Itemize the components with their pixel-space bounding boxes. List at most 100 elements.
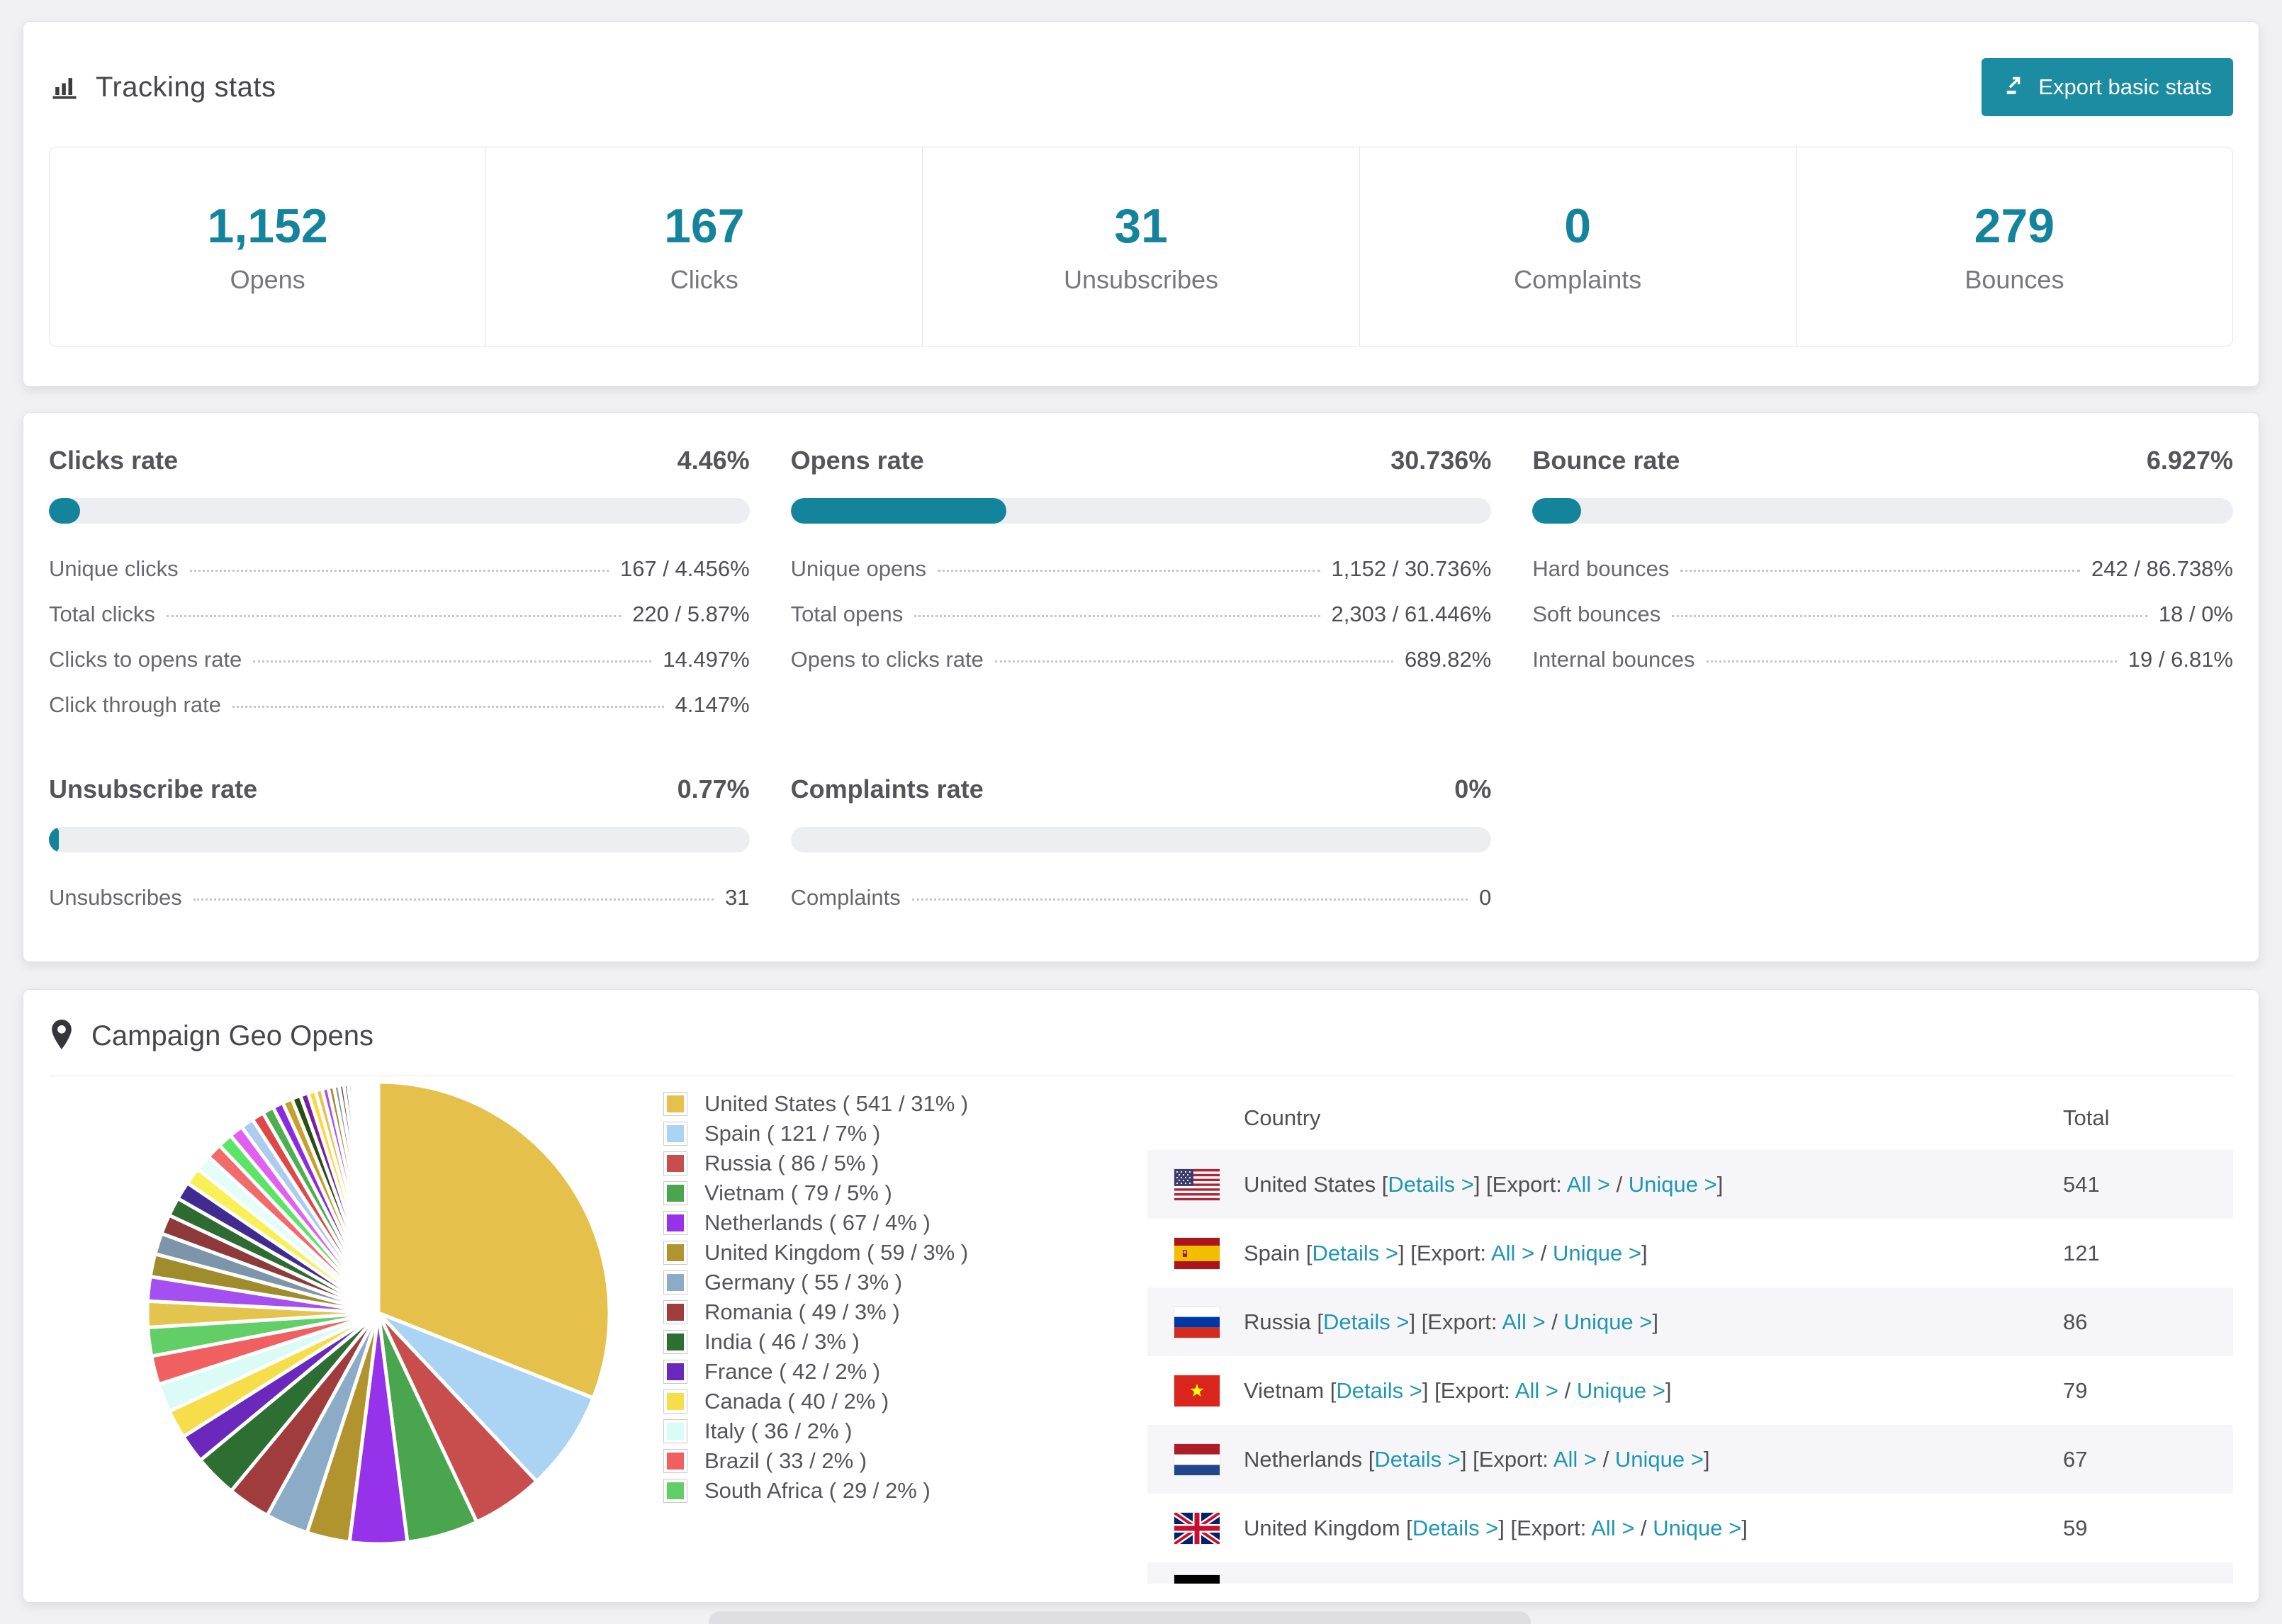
export-all-link[interactable]: All > <box>1567 1172 1610 1197</box>
dotted-leader <box>193 898 714 901</box>
summary-stat-box: 1,152 Opens <box>50 147 485 346</box>
legend-item[interactable]: Canada ( 40 / 2% ) <box>663 1387 968 1416</box>
geo-table-header-country: Country <box>1244 1105 1321 1130</box>
legend-swatch <box>663 1151 687 1175</box>
dotted-leader <box>166 615 622 617</box>
details-link[interactable]: Details > <box>1336 1378 1422 1403</box>
rate-row-label: Opens to clicks rate <box>790 647 984 672</box>
geo-table-total-cell: 67 <box>2063 1446 2088 1472</box>
details-link[interactable]: Details > <box>1388 1172 1473 1197</box>
legend-swatch <box>663 1181 687 1205</box>
rate-progress-fill <box>790 498 1006 524</box>
export-unique-link[interactable]: Unique > <box>1615 1447 1704 1472</box>
flag-us <box>1174 1168 1220 1200</box>
legend-item[interactable]: Brazil ( 33 / 2% ) <box>663 1446 968 1476</box>
legend-item[interactable]: United States ( 541 / 31% ) <box>663 1089 968 1119</box>
rate-row-value: 14.497% <box>663 647 750 672</box>
details-link[interactable]: Details > <box>1412 1516 1498 1540</box>
rate-row-label: Internal bounces <box>1532 647 1695 672</box>
flag-vn <box>1174 1375 1220 1406</box>
legend-item[interactable]: South Africa ( 29 / 2% ) <box>663 1476 968 1506</box>
export-all-link[interactable]: All > <box>1502 1309 1545 1334</box>
geo-table-total-cell: 79 <box>2063 1377 2088 1403</box>
rate-row: Clicks to opens rate 14.497% <box>49 637 750 682</box>
legend-label: Italy ( 36 / 2% ) <box>704 1419 853 1443</box>
summary-stat-value: 0 <box>1564 199 1592 253</box>
export-all-link[interactable]: All > <box>1591 1516 1634 1540</box>
geo-table-country-cell: Netherlands [Details >] [Export: All > /… <box>1244 1446 1710 1472</box>
rate-progress-fill <box>49 827 59 852</box>
rate-row-label: Click through rate <box>49 692 221 717</box>
rate-rows: Complaints 0 <box>791 875 1492 920</box>
geo-table-row: Vietnam [Details >] [Export: All > / Uni… <box>1147 1356 2233 1425</box>
dotted-leader <box>914 615 1320 617</box>
horizontal-scrollbar-thumb[interactable] <box>709 1611 1531 1624</box>
export-basic-stats-button[interactable]: Export basic stats <box>1982 58 2233 116</box>
summary-stat-label: Bounces <box>1965 265 2064 294</box>
legend-item[interactable]: United Kingdom ( 59 / 3% ) <box>663 1238 968 1268</box>
rate-row-value: 242 / 86.738% <box>2091 556 2233 581</box>
rate-row: Total opens 2,303 / 61.446% <box>791 592 1492 637</box>
legend-swatch <box>663 1300 687 1324</box>
dotted-leader <box>189 570 609 572</box>
page-title: Tracking stats <box>96 71 276 103</box>
legend-swatch <box>663 1360 687 1384</box>
geo-table-header-row: Country Total <box>1147 1086 2233 1150</box>
geo-pie-chart[interactable] <box>145 1079 612 1547</box>
legend-label: United Kingdom ( 59 / 3% ) <box>704 1240 969 1265</box>
bar-chart-icon <box>49 72 80 103</box>
legend-label: Vietnam ( 79 / 5% ) <box>704 1180 892 1205</box>
rate-title: Bounce rate <box>1532 446 1680 475</box>
legend-item[interactable]: Vietnam ( 79 / 5% ) <box>663 1178 968 1208</box>
rate-row-value: 2,303 / 61.446% <box>1331 602 1492 626</box>
legend-item[interactable]: India ( 46 / 3% ) <box>663 1327 968 1357</box>
rates-row-1: Clicks rate 4.46% Unique clicks 167 / 4.456… <box>49 446 2233 728</box>
legend-item[interactable]: Germany ( 55 / 3% ) <box>663 1268 968 1297</box>
export-unique-link[interactable]: Unique > <box>1563 1309 1652 1334</box>
export-unique-link[interactable]: Unique > <box>1653 1516 1741 1540</box>
map-pin-icon <box>49 1018 74 1054</box>
flag-nl <box>1174 1443 1220 1475</box>
rate-column: Opens rate 30.736% Unique opens 1,152 / 30.… <box>790 446 1492 728</box>
dotted-leader <box>937 570 1320 572</box>
title-wrap: Tracking stats <box>49 72 276 103</box>
rate-progress-bar <box>49 827 750 852</box>
export-all-link[interactable]: All > <box>1491 1241 1534 1265</box>
dotted-leader <box>232 706 664 708</box>
legend-item[interactable]: Russia ( 86 / 5% ) <box>663 1149 968 1178</box>
legend-swatch <box>663 1270 687 1295</box>
export-unique-link[interactable]: Unique > <box>1553 1241 1641 1265</box>
rate-row-label: Unique clicks <box>49 556 179 581</box>
flag-es <box>1174 1237 1220 1269</box>
export-all-link[interactable]: All > <box>1553 1447 1597 1472</box>
legend-item[interactable]: France ( 42 / 2% ) <box>663 1357 968 1387</box>
details-link[interactable]: Details > <box>1323 1309 1409 1334</box>
legend-label: Spain ( 121 / 7% ) <box>704 1121 881 1146</box>
summary-stat-box: 31 Unsubscribes <box>922 147 1359 346</box>
details-link[interactable]: Details > <box>1313 1241 1398 1265</box>
dotted-leader <box>994 660 1393 662</box>
rate-rows: Unsubscribes 31 <box>49 875 750 920</box>
legend-swatch <box>663 1389 687 1414</box>
rate-header: Complaints rate 0% <box>791 774 1492 804</box>
geo-body: United States ( 541 / 31% ) Spain ( 121 /… <box>23 1076 2259 1584</box>
geo-table-total-cell: 541 <box>2063 1171 2100 1197</box>
rate-row-value: 689.82% <box>1404 647 1492 672</box>
export-all-link[interactable]: All > <box>1515 1378 1558 1403</box>
legend-item[interactable]: Spain ( 121 / 7% ) <box>663 1119 968 1149</box>
flag-ru <box>1174 1306 1220 1338</box>
legend-item[interactable]: Romania ( 49 / 3% ) <box>663 1297 968 1327</box>
legend-item[interactable]: Netherlands ( 67 / 4% ) <box>663 1208 968 1238</box>
legend-label: Brazil ( 33 / 2% ) <box>704 1448 867 1473</box>
details-link[interactable]: Details > <box>1374 1447 1460 1472</box>
rate-row-value: 220 / 5.87% <box>632 602 750 626</box>
rate-header: Bounce rate 6.927% <box>1532 446 2233 475</box>
rate-row-label: Unsubscribes <box>49 885 182 910</box>
legend-item[interactable]: Italy ( 36 / 2% ) <box>663 1416 968 1446</box>
export-unique-link[interactable]: Unique > <box>1577 1378 1665 1403</box>
rate-column: Unsubscribe rate 0.77% Unsubscribes 31 <box>49 774 750 920</box>
legend-label: Russia ( 86 / 5% ) <box>704 1151 879 1175</box>
dotted-leader <box>1680 570 2081 572</box>
summary-stat-label: Complaints <box>1514 265 1642 294</box>
export-unique-link[interactable]: Unique > <box>1629 1172 1717 1197</box>
